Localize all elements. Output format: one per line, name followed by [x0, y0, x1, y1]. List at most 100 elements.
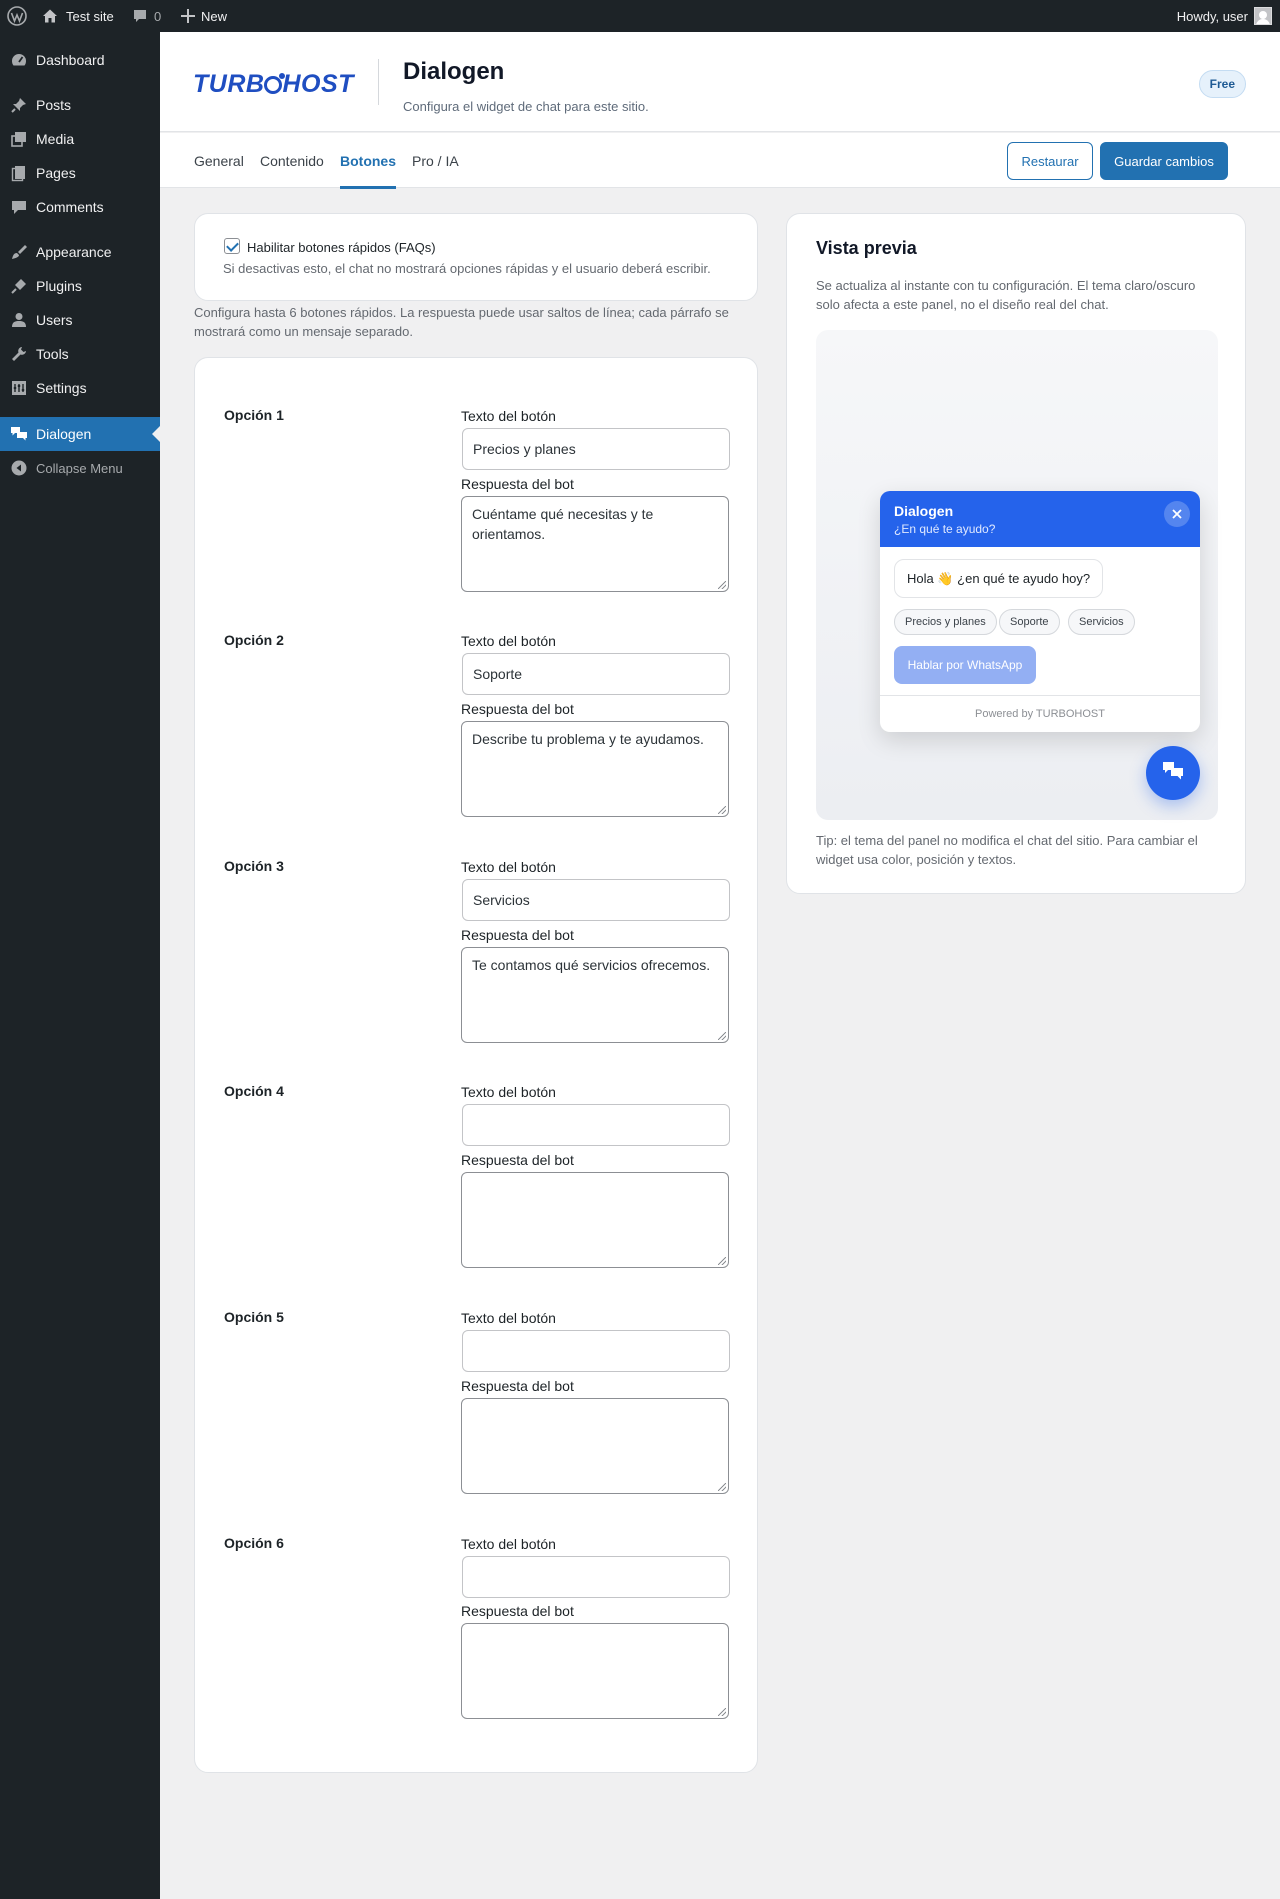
chat-header-subtitle: ¿En qué te ayudo? [894, 522, 996, 536]
option-1-button-input[interactable]: Precios y planes [462, 428, 730, 470]
option-3-response-textarea[interactable]: Te contamos qué servicios ofrecemos. [461, 947, 729, 1043]
wrench-icon [0, 345, 36, 363]
chat-header: Dialogen ¿En qué te ayudo? [880, 491, 1200, 547]
sidebar-item-label: Pages [36, 165, 76, 181]
user-icon [0, 311, 36, 329]
option-5-button-label: Texto del botón [461, 1310, 556, 1326]
account-menu[interactable]: Howdy, user [1177, 0, 1272, 32]
new-label: New [201, 8, 228, 24]
header-divider [378, 59, 379, 105]
save-changes-button[interactable]: Guardar cambios [1100, 142, 1228, 180]
sidebar-item-pages[interactable]: Pages [0, 156, 160, 190]
tab-botones[interactable]: Botones [340, 133, 396, 189]
collapse-menu-button[interactable]: Collapse Menu [0, 451, 160, 485]
sidebar-item-users[interactable]: Users [0, 303, 160, 337]
plugin-header: TURB HOST Dialogen Configura el widget de… [160, 32, 1280, 132]
restore-button[interactable]: Restaurar [1007, 142, 1093, 180]
sidebar-item-dialogen[interactable]: Dialogen [0, 417, 160, 451]
sidebar-item-label: Users [36, 312, 73, 328]
plug-icon [0, 277, 36, 295]
option-6-title: Opción 6 [224, 1535, 284, 1551]
sidebar-item-label: Plugins [36, 278, 82, 294]
chat-bubbles-icon [0, 425, 36, 443]
option-6-button-input[interactable] [462, 1556, 730, 1598]
sidebar-item-comments[interactable]: Comments [0, 190, 160, 224]
tab-general[interactable]: General [194, 133, 244, 188]
sidebar-item-plugins[interactable]: Plugins [0, 269, 160, 303]
comment-icon [132, 8, 148, 24]
plan-badge: Free [1198, 70, 1246, 98]
enable-faq-checkbox[interactable] [224, 238, 240, 254]
option-5-response-textarea[interactable] [461, 1398, 729, 1494]
option-5-response-label: Respuesta del bot [461, 1378, 574, 1394]
whatsapp-button[interactable]: Hablar por WhatsApp [894, 646, 1036, 684]
pin-icon [0, 96, 36, 114]
comments-link[interactable]: 0 [132, 0, 161, 32]
option-2-title: Opción 2 [224, 632, 284, 648]
option-2-response-textarea[interactable]: Describe tu problema y te ayudamos. [461, 721, 729, 817]
option-6-response-label: Respuesta del bot [461, 1603, 574, 1619]
site-name: Test site [66, 8, 114, 24]
sidebar-item-dashboard[interactable]: Dashboard [0, 43, 160, 77]
option-3-title: Opción 3 [224, 858, 284, 874]
preview-card: Vista previa Se actualiza al instante co… [786, 213, 1246, 894]
sidebar-item-label: Tools [36, 346, 69, 362]
page-subtitle: Configura el widget de chat para este si… [403, 99, 649, 114]
chat-launcher-button[interactable] [1146, 746, 1200, 800]
comments-count: 0 [154, 8, 162, 24]
option-1-title: Opción 1 [224, 407, 284, 423]
chat-greeting-bubble: Hola 👋 ¿en qué te ayudo hoy? [894, 559, 1104, 598]
sidebar-item-label: Posts [36, 97, 72, 113]
close-icon[interactable] [1164, 501, 1190, 527]
chat-window-preview: Dialogen ¿En qué te ayudo? Hola 👋 ¿en qu… [880, 491, 1200, 732]
option-3-button-label: Texto del botón [461, 859, 556, 875]
chat-chip[interactable]: Soporte [999, 609, 1060, 635]
option-3-button-input[interactable]: Servicios [462, 879, 730, 921]
faq-toggle-card: Habilitar botones rápidos (FAQs) Si desa… [194, 213, 758, 301]
enable-faq-label[interactable]: Habilitar botones rápidos (FAQs) [247, 240, 436, 255]
pages-icon [0, 164, 36, 182]
tab-contenido[interactable]: Contenido [260, 133, 324, 188]
preview-stage: Dialogen ¿En qué te ayudo? Hola 👋 ¿en qu… [816, 330, 1218, 820]
sidebar-item-label: Dialogen [36, 426, 92, 442]
option-5-title: Opción 5 [224, 1309, 284, 1325]
howdy-greeting: Howdy, user [1176, 8, 1248, 24]
sidebar-item-appearance[interactable]: Appearance [0, 235, 160, 269]
sidebar-item-label: Settings [36, 380, 87, 396]
chat-bubbles-icon [1161, 759, 1185, 788]
chat-powered-by: Powered by TURBOHOST [880, 695, 1200, 732]
option-1-response-textarea[interactable]: Cuéntame qué necesitas y te orientamos. [461, 496, 729, 592]
sidebar-item-media[interactable]: Media [0, 122, 160, 156]
collapse-menu-label: Collapse Menu [36, 460, 123, 476]
sidebar-item-label: Appearance [36, 244, 112, 260]
wordpress-logo-icon[interactable] [7, 0, 27, 32]
admin-sidebar: Dashboard Posts Media Pages Comments App… [0, 32, 160, 1899]
option-2-button-input[interactable]: Soporte [462, 653, 730, 695]
option-4-response-label: Respuesta del bot [461, 1152, 574, 1168]
page-title: Dialogen [403, 58, 505, 85]
turbohost-logo: TURB HOST [193, 70, 354, 98]
admin-bar: Test site 0 New Howdy, user [0, 0, 1280, 32]
chat-header-title: Dialogen [894, 503, 954, 519]
option-4-response-textarea[interactable] [461, 1172, 729, 1268]
sidebar-item-settings[interactable]: Settings [0, 371, 160, 405]
option-2-response-label: Respuesta del bot [461, 701, 574, 717]
dashboard-icon [0, 51, 36, 69]
tab-pro-ia[interactable]: Pro / IA [412, 133, 459, 188]
chat-chip[interactable]: Precios y planes [894, 609, 997, 635]
site-name-link[interactable]: Test site [42, 0, 114, 32]
option-4-button-input[interactable] [462, 1104, 730, 1146]
new-content-link[interactable]: New [181, 0, 227, 32]
option-3-response-label: Respuesta del bot [461, 927, 574, 943]
plus-icon [181, 9, 195, 23]
buttons-intro-note: Configura hasta 6 botones rápidos. La re… [194, 305, 729, 339]
chat-chip[interactable]: Servicios [1068, 609, 1135, 635]
option-6-response-textarea[interactable] [461, 1623, 729, 1719]
option-4-button-label: Texto del botón [461, 1084, 556, 1100]
avatar [1254, 7, 1272, 25]
sidebar-item-tools[interactable]: Tools [0, 337, 160, 371]
option-5-button-input[interactable] [462, 1330, 730, 1372]
sidebar-item-posts[interactable]: Posts [0, 88, 160, 122]
option-1-button-label: Texto del botón [461, 408, 556, 424]
tabs-bar: General Contenido Botones Pro / IA Resta… [160, 133, 1280, 189]
